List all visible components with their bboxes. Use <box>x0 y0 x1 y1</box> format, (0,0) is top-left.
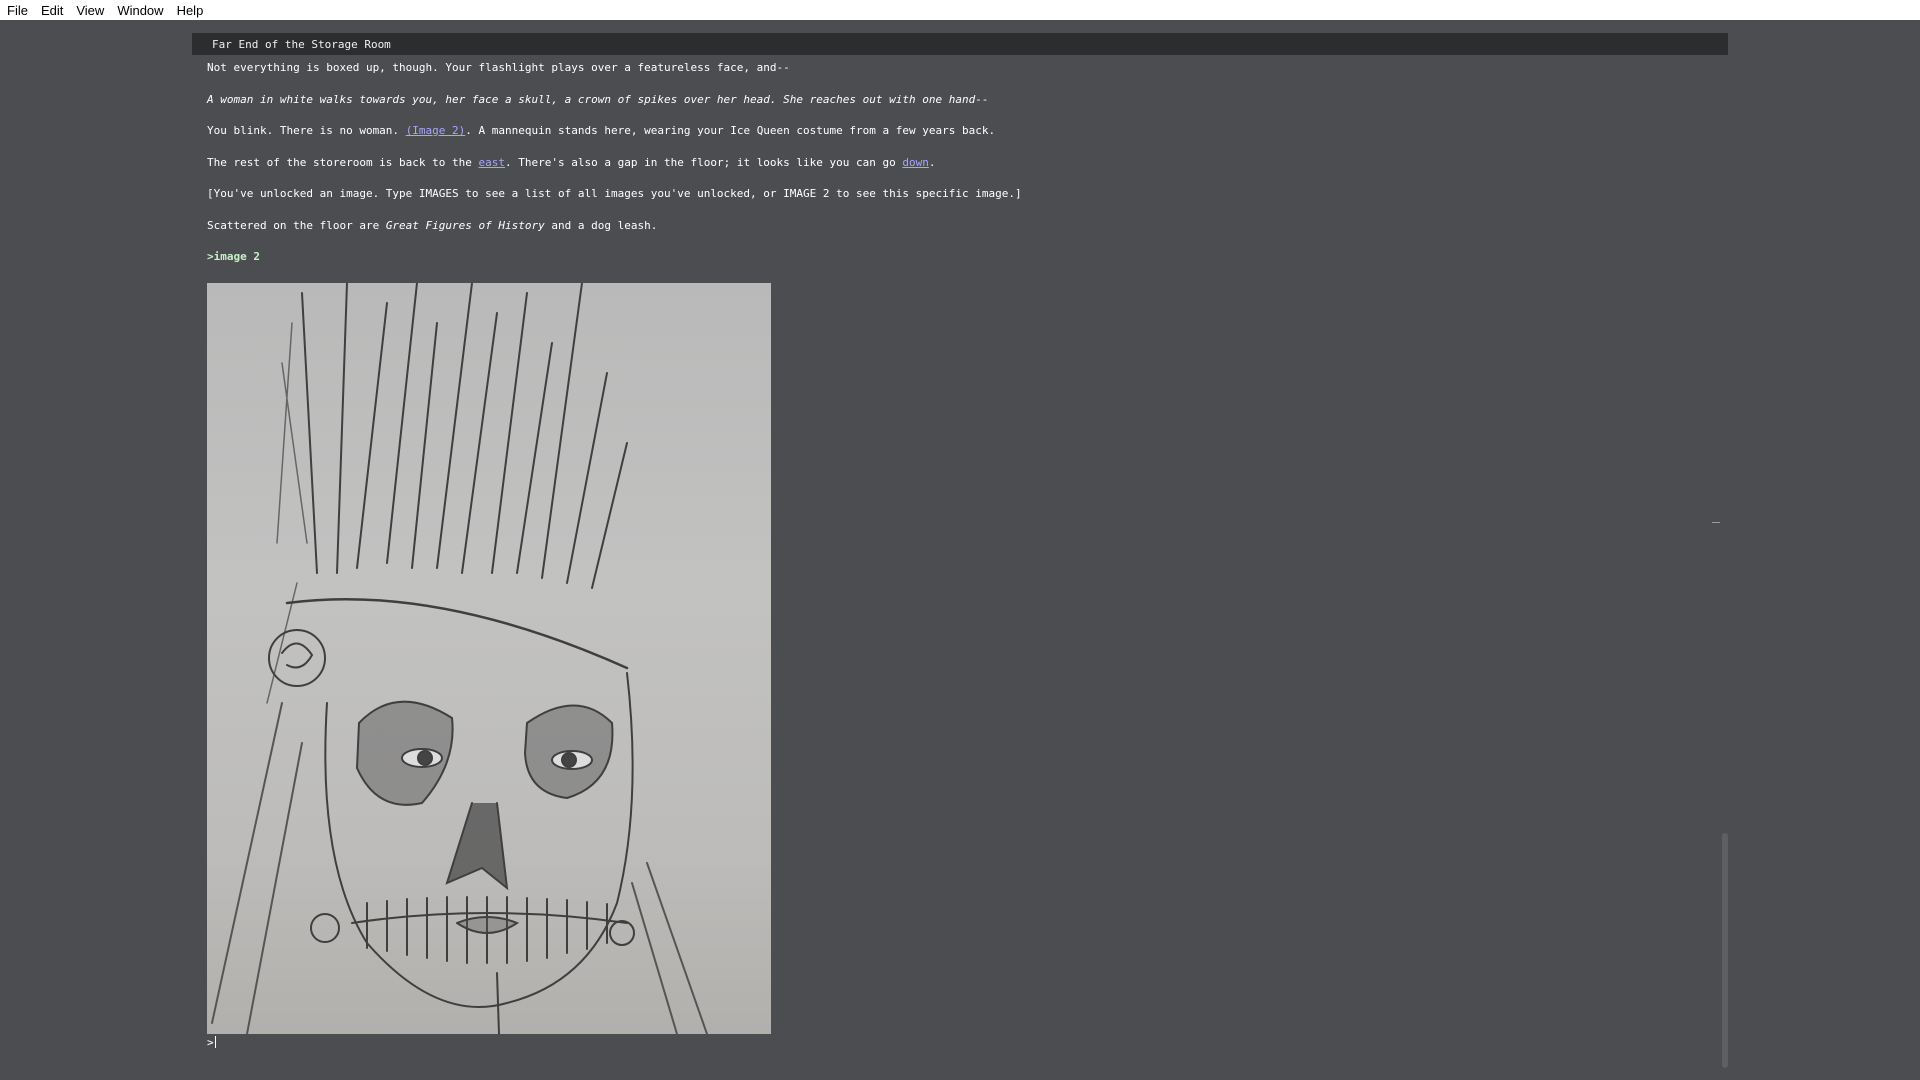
resize-marker <box>1712 522 1720 523</box>
menu-edit[interactable]: Edit <box>38 3 73 18</box>
scrollbar[interactable] <box>1722 833 1728 1068</box>
status-line: Far End of the Storage Room <box>192 33 1728 55</box>
story-paragraph: The rest of the storeroom is back to the… <box>207 155 1707 170</box>
story-text: The rest of the storeroom is back to the <box>207 155 479 169</box>
story-text: . <box>928 155 936 169</box>
story-text: . There's also a gap in the floor; it lo… <box>505 155 903 169</box>
menu-window[interactable]: Window <box>114 3 173 18</box>
menu-file[interactable]: File <box>4 3 38 18</box>
story-text: and a dog leash. <box>544 218 658 232</box>
story-paragraph: Scattered on the floor are Great Figures… <box>207 218 1707 233</box>
player-command: >image 2 <box>207 250 260 263</box>
skull-queen-drawing <box>207 283 771 1034</box>
story-transcript: Not everything is boxed up, though. Your… <box>207 60 1707 280</box>
command-input[interactable] <box>215 1035 616 1049</box>
menu-bar: File Edit View Window Help <box>0 0 1920 20</box>
story-paragraph-notice: [You've unlocked an image. Type IMAGES t… <box>207 187 1022 200</box>
story-paragraph: You blink. There is no woman. (Image 2).… <box>207 123 1707 138</box>
command-prompt[interactable]: > <box>207 1034 616 1050</box>
story-paragraph: Not everything is boxed up, though. Your… <box>207 61 790 74</box>
story-text: . A mannequin stands here, wearing your … <box>465 124 996 137</box>
location-title: Far End of the Storage Room <box>212 37 391 51</box>
book-title: Great Figures of History <box>385 218 545 232</box>
menu-view[interactable]: View <box>73 3 114 18</box>
story-paragraph-vision: A woman in white walks towards you, her … <box>207 92 989 106</box>
east-link[interactable]: east <box>479 156 506 169</box>
down-link[interactable]: down <box>902 156 929 169</box>
pencil-sketch <box>211 283 708 1034</box>
image-2-link[interactable]: (Image 2) <box>406 124 466 137</box>
story-text: You blink. There is no woman. <box>207 124 406 137</box>
menu-help[interactable]: Help <box>174 3 214 18</box>
story-text: Scattered on the floor are <box>207 218 386 232</box>
prompt-symbol: > <box>207 1035 214 1049</box>
